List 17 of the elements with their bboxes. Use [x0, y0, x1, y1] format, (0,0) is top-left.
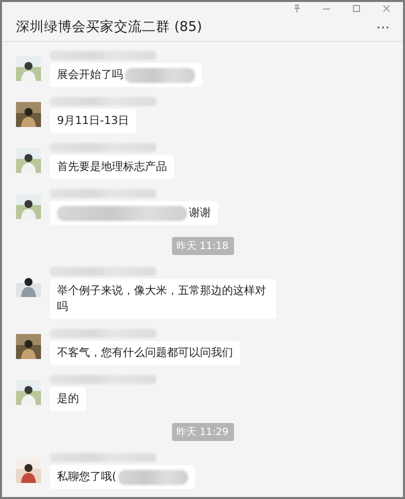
message-text: 谢谢 [189, 205, 211, 221]
message-text: 展会开始了吗 [57, 67, 123, 83]
pin-icon[interactable] [293, 4, 301, 13]
more-icon[interactable] [377, 26, 389, 28]
message-text: 不客气，您有什么问题都可以问我们 [57, 345, 233, 361]
redacted-text [118, 470, 188, 484]
timestamp: 昨天 11:29 [172, 423, 234, 441]
close-icon[interactable] [382, 4, 391, 13]
message-text: 9月11日-13日 [57, 113, 129, 129]
maximize-icon[interactable] [352, 4, 361, 13]
message-text: 是的 [57, 391, 79, 407]
message-text: 举个例子来说，像大米，五常那边的这样对吗 [57, 283, 267, 315]
message-text: 首先要是地理标志产品 [57, 159, 167, 175]
timestamp: 昨天 11:18 [172, 237, 234, 255]
redacted-text [125, 68, 195, 82]
window-title: 深圳绿博会买家交流二群 (85) [16, 18, 202, 36]
message-text: 私聊您了哦( [57, 469, 116, 485]
